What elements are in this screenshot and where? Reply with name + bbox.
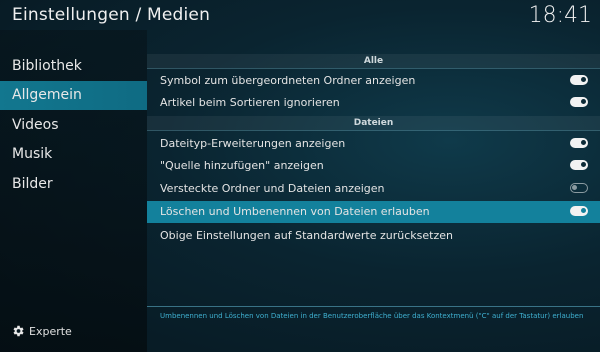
toggle-switch[interactable] bbox=[570, 160, 588, 170]
setting-description: Umbenennen und Löschen von Dateien in de… bbox=[160, 312, 584, 320]
sidebar-item-label: Bibliothek bbox=[12, 58, 82, 74]
setting-row-delete-rename[interactable]: Löschen und Umbenennen von Dateien erlau… bbox=[147, 201, 600, 223]
section-header-alle: Alle bbox=[147, 54, 600, 69]
toggle-switch[interactable] bbox=[570, 97, 588, 107]
sidebar-item-label: Bilder bbox=[12, 176, 53, 192]
setting-row-hidden-files[interactable]: Versteckte Ordner und Dateien anzeigen bbox=[147, 178, 600, 200]
setting-label: Versteckte Ordner und Dateien anzeigen bbox=[160, 182, 385, 195]
sidebar-item-label: Musik bbox=[12, 146, 53, 162]
setting-row-ignore-articles[interactable]: Artikel beim Sortieren ignorieren bbox=[147, 92, 600, 114]
sidebar-item-bilder[interactable]: Bilder bbox=[0, 170, 147, 199]
setting-label: Obige Einstellungen auf Standardwerte zu… bbox=[160, 229, 453, 242]
sidebar-item-label: Videos bbox=[12, 117, 59, 133]
clock: 18:41 bbox=[528, 3, 592, 28]
expert-label: Experte bbox=[29, 325, 72, 338]
footer-divider bbox=[147, 306, 600, 307]
sidebar-item-allgemein[interactable]: Allgemein bbox=[0, 81, 147, 110]
sidebar-item-musik[interactable]: Musik bbox=[0, 140, 147, 169]
setting-row-file-extensions[interactable]: Dateityp-Erweiterungen anzeigen bbox=[147, 133, 600, 155]
setting-label: Löschen und Umbenennen von Dateien erlau… bbox=[160, 205, 430, 218]
toggle-switch[interactable] bbox=[570, 75, 588, 85]
setting-row-add-source[interactable]: "Quelle hinzufügen" anzeigen bbox=[147, 155, 600, 177]
settings-panel: Alle Symbol zum übergeordneten Ordner an… bbox=[147, 30, 600, 352]
setting-row-parent-folder[interactable]: Symbol zum übergeordneten Ordner anzeige… bbox=[147, 70, 600, 92]
setting-label: Dateityp-Erweiterungen anzeigen bbox=[160, 137, 346, 150]
header-bar: Einstellungen / Medien 18:41 bbox=[0, 0, 600, 30]
setting-label: "Quelle hinzufügen" anzeigen bbox=[160, 159, 324, 172]
toggle-switch[interactable] bbox=[570, 206, 588, 216]
setting-label: Artikel beim Sortieren ignorieren bbox=[160, 96, 340, 109]
sidebar-item-label: Allgemein bbox=[12, 87, 82, 103]
setting-label: Symbol zum übergeordneten Ordner anzeige… bbox=[160, 74, 416, 87]
sidebar: Bibliothek Allgemein Videos Musik Bilder… bbox=[0, 30, 147, 352]
sidebar-item-videos[interactable]: Videos bbox=[0, 111, 147, 140]
section-header-dateien: Dateien bbox=[147, 116, 600, 131]
page-title: Einstellungen / Medien bbox=[12, 5, 211, 25]
sidebar-item-bibliothek[interactable]: Bibliothek bbox=[0, 52, 147, 81]
reset-defaults-button[interactable]: Obige Einstellungen auf Standardwerte zu… bbox=[147, 225, 600, 247]
toggle-switch[interactable] bbox=[570, 138, 588, 148]
expert-level-button[interactable]: Experte bbox=[11, 324, 72, 338]
gear-icon bbox=[13, 325, 24, 337]
toggle-switch[interactable] bbox=[570, 183, 588, 193]
